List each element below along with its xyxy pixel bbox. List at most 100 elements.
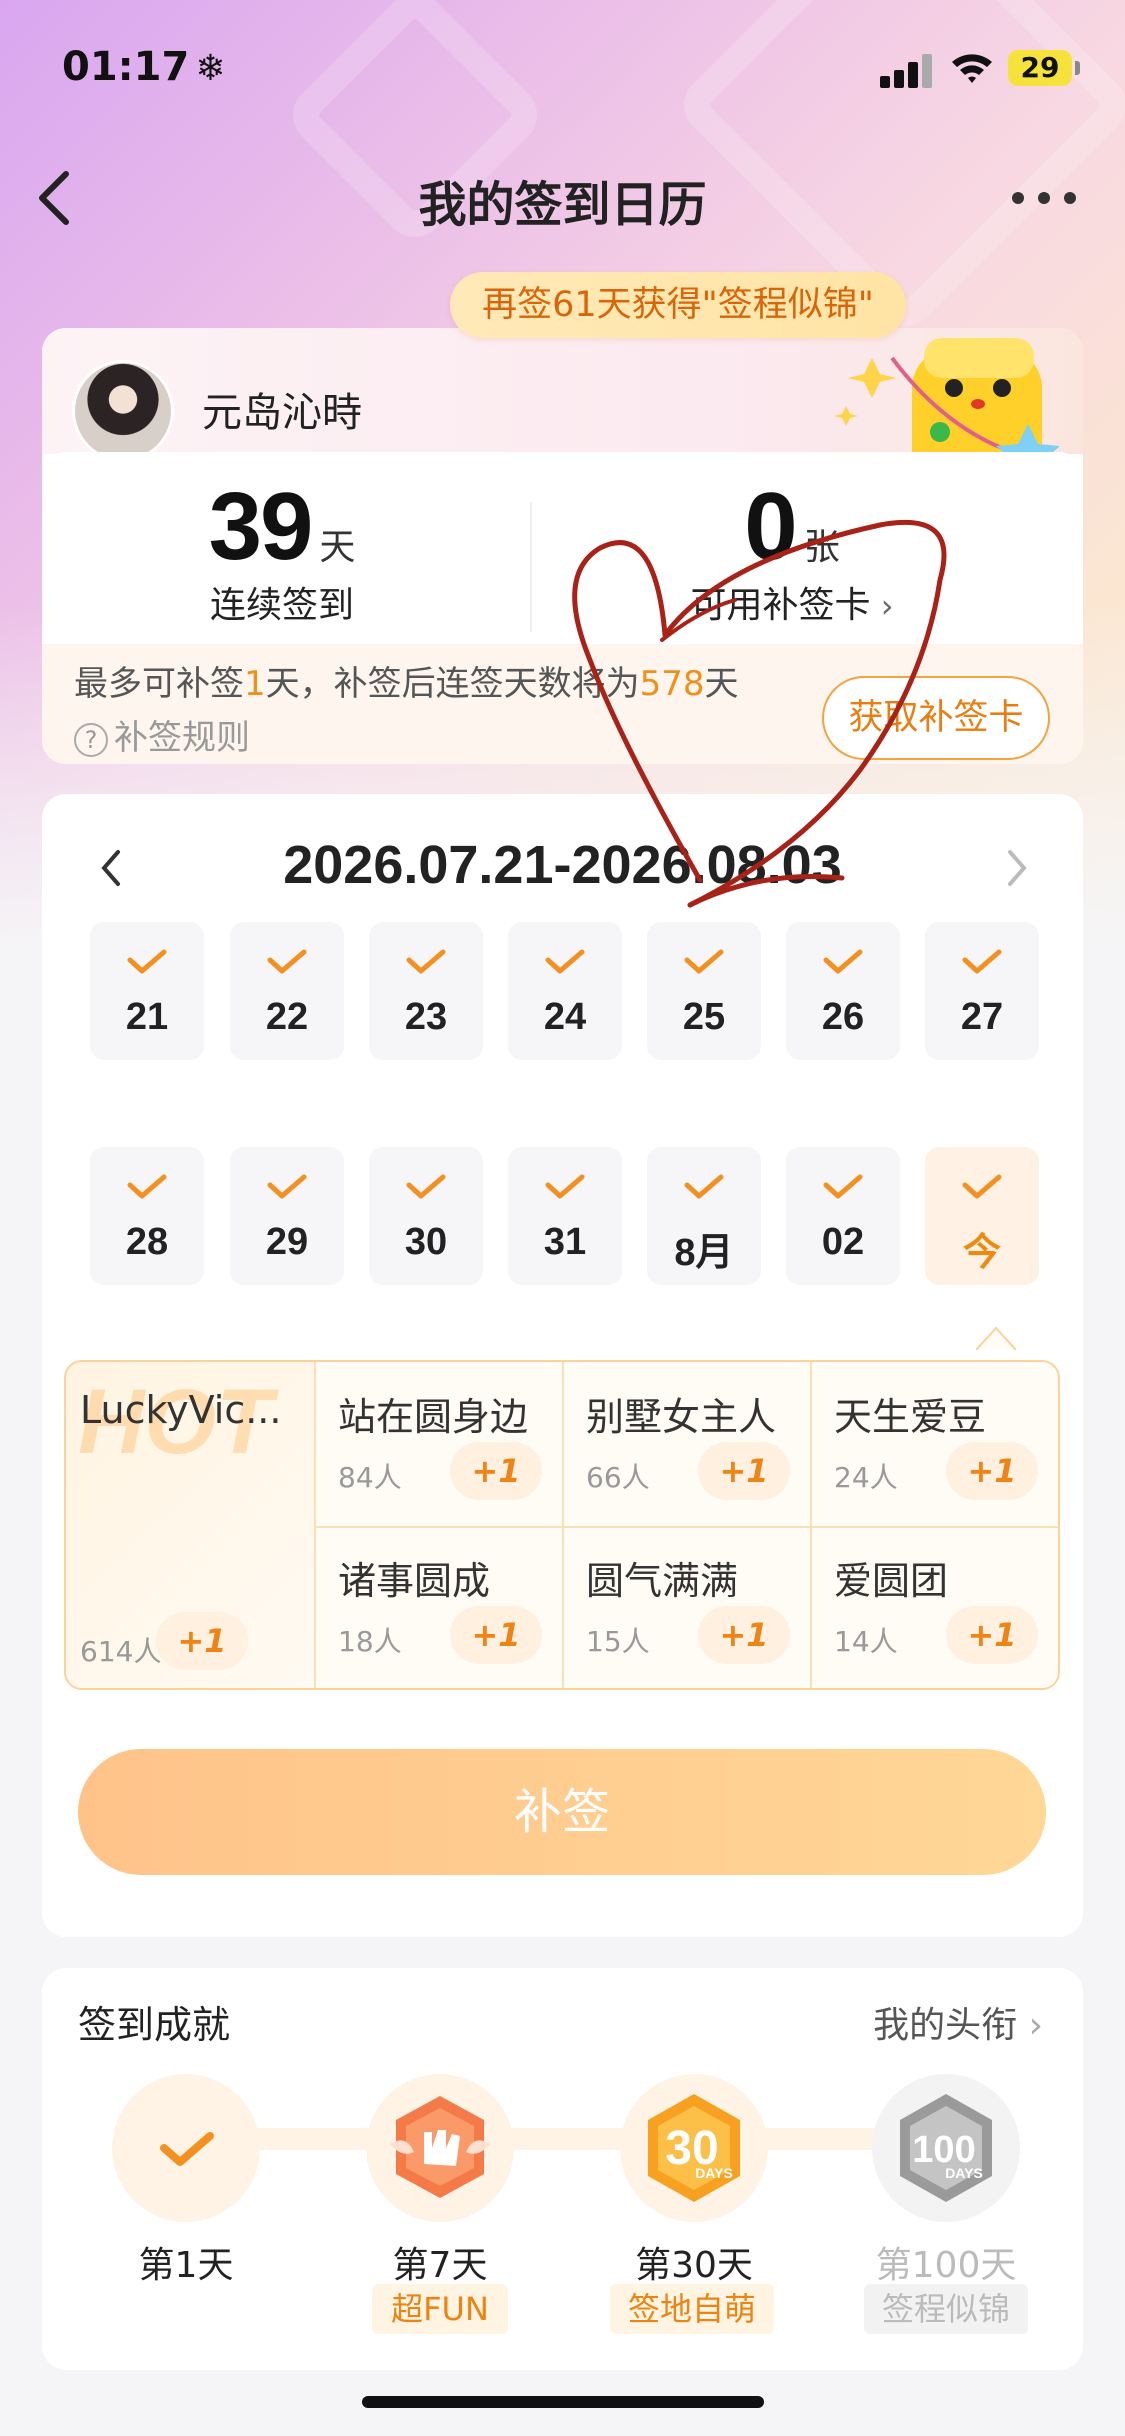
makeup-card-stat[interactable]: 0张 可用补签卡 › <box>582 472 1002 628</box>
calendar-day[interactable]: 26 <box>786 922 900 1060</box>
title-count: 15人 <box>586 1625 650 1658</box>
title-cell[interactable]: 别墅女主人 66人 +1 <box>562 1362 810 1526</box>
badge-day1[interactable] <box>112 2074 260 2222</box>
checkmark-icon <box>127 1174 167 1199</box>
card-count-unit: 张 <box>803 527 840 568</box>
badge-label: 第1天 <box>138 2245 234 2286</box>
title-plus-button[interactable]: +1 <box>450 1442 542 1500</box>
checkmark-icon <box>545 949 585 974</box>
fun-badge-icon <box>390 2096 490 2198</box>
progress-track <box>182 2128 932 2150</box>
streak-stat: 39 天 连续签到 <box>72 472 492 628</box>
rules-link[interactable]: ? 补签规则 <box>74 710 250 759</box>
calendar-day-label: 30 <box>404 1221 448 1263</box>
today-pointer-icon <box>976 1326 1016 1350</box>
streak-label: 连续签到 <box>209 585 354 626</box>
calendar-day-label: 8月 <box>674 1232 734 1274</box>
calendar-day-label: 31 <box>543 1221 587 1263</box>
calendar-day-today[interactable]: 今 <box>925 1147 1039 1285</box>
title-grid: HOT LuckyVic... 614人 +1 站在圆身边 84人 +1 别墅女主人 6… <box>64 1360 1060 1690</box>
title-cell[interactable]: 站在圆身边 84人 +1 <box>314 1362 562 1526</box>
badge-day7[interactable] <box>366 2074 514 2222</box>
calendar-day[interactable]: 8月 <box>647 1147 761 1285</box>
title-cell[interactable]: 圆气满满 15人 +1 <box>562 1526 810 1688</box>
snowflake-icon: ❄ <box>195 48 226 89</box>
checkmark-icon <box>267 949 307 974</box>
title-name: 圆气满满 <box>586 1559 739 1603</box>
question-icon: ? <box>74 722 108 757</box>
streak-value: 39 <box>208 473 314 580</box>
calendar-day-label: 24 <box>543 996 587 1038</box>
calendar-day-label: 23 <box>404 996 448 1038</box>
get-makeup-card-button[interactable]: 获取补签卡 <box>822 676 1050 760</box>
title-count: 14人 <box>834 1625 898 1658</box>
badge-day30[interactable]: 30 DAYS <box>620 2074 768 2222</box>
calendar-day[interactable]: 28 <box>90 1147 204 1285</box>
badge-tag: 超FUN <box>372 2284 508 2334</box>
title-plus-button[interactable]: +1 <box>450 1606 542 1664</box>
calendar-day-label: 29 <box>265 1221 309 1263</box>
checkmark-icon <box>127 949 167 974</box>
checkmark-icon <box>406 949 446 974</box>
title-count: 614人 <box>80 1635 162 1668</box>
checkmark-icon <box>684 949 724 974</box>
avatar[interactable] <box>72 360 174 462</box>
title-plus-button[interactable]: +1 <box>156 1612 248 1670</box>
calendar-day[interactable]: 22 <box>230 922 344 1060</box>
badge-tag: 签程似锦 <box>864 2284 1028 2334</box>
calendar-day[interactable]: 31 <box>508 1147 622 1285</box>
calendar-day[interactable]: 25 <box>647 922 761 1060</box>
title-name: 别墅女主人 <box>586 1395 777 1439</box>
title-name: LuckyVic... <box>80 1388 282 1432</box>
my-titles-link[interactable]: 我的头衔 › <box>873 1996 1043 2048</box>
badge-sub: DAYS <box>695 2165 733 2181</box>
calendar-day-label: 02 <box>821 1221 865 1263</box>
checkmark-icon <box>823 1174 863 1199</box>
achievements-card: 签到成就 我的头衔 › 第1天 第7天 超FUN 30 DAYS 第30天 签地… <box>42 1968 1083 2370</box>
calendar-day[interactable]: 27 <box>925 922 1039 1060</box>
title-plus-button[interactable]: +1 <box>946 1606 1038 1664</box>
wifi-icon <box>952 54 992 83</box>
more-options-icon[interactable] <box>1012 182 1092 212</box>
checkmark-icon <box>267 1174 307 1199</box>
title-cell[interactable]: 爱圆团 14人 +1 <box>810 1526 1058 1688</box>
calendar-day[interactable]: 21 <box>90 922 204 1060</box>
calendar-day[interactable]: 24 <box>508 922 622 1060</box>
signin-summary-card: 元岛沁時 39 天 连续签到 0张 可用补签卡 › 最多可补签1天，补签后连签天数… <box>42 328 1083 764</box>
calendar-day[interactable]: 29 <box>230 1147 344 1285</box>
reward-banner: 再签61天获得"签程似锦" <box>450 272 906 338</box>
battery-icon: 29 <box>1008 50 1080 86</box>
makeup-tip-text: 最多可补签1天，补签后连签天数将为578天 <box>74 664 739 704</box>
title-name: 天生爱豆 <box>834 1395 987 1439</box>
title-cell[interactable]: 天生爱豆 24人 +1 <box>810 1362 1058 1526</box>
makeup-button[interactable]: 补签 <box>78 1749 1046 1875</box>
calendar-day[interactable]: 23 <box>369 922 483 1060</box>
checkmark-icon <box>823 949 863 974</box>
streak-unit: 天 <box>319 527 356 568</box>
status-time: 01:17 ❄ <box>62 44 226 90</box>
username: 元岛沁時 <box>202 390 362 436</box>
title-count: 66人 <box>586 1461 650 1494</box>
next-week-icon[interactable] <box>1002 846 1032 890</box>
badge-sub: DAYS <box>945 2165 983 2181</box>
title-plus-button[interactable]: +1 <box>946 1442 1038 1500</box>
makeup-tip-bar: 最多可补签1天，补签后连签天数将为578天 ? 补签规则 获取补签卡 <box>42 644 1083 764</box>
calendar-card: 2026.07.21-2026.08.03 21 22 23 24 25 26 27 28 29… <box>42 794 1083 1937</box>
achievements-title: 签到成就 <box>78 2003 231 2047</box>
checkmark-icon <box>962 1174 1002 1199</box>
calendar-day-label: 27 <box>960 996 1004 1038</box>
page-title: 我的签到日历 <box>418 177 707 233</box>
calendar-day[interactable]: 30 <box>369 1147 483 1285</box>
badge-day100[interactable]: 100 DAYS <box>872 2074 1020 2222</box>
title-cell[interactable]: 诸事圆成 18人 +1 <box>314 1526 562 1688</box>
date-range: 2026.07.21-2026.08.03 <box>283 835 842 895</box>
chevron-right-icon: › <box>870 587 894 625</box>
calendar-day-label: 22 <box>265 996 309 1038</box>
checkmark-icon <box>962 949 1002 974</box>
title-plus-button[interactable]: +1 <box>698 1442 790 1500</box>
calendar-day[interactable]: 02 <box>786 1147 900 1285</box>
card-count-label: 可用补签卡 <box>690 585 871 626</box>
title-cell-hot[interactable]: HOT LuckyVic... 614人 +1 <box>66 1362 314 1688</box>
checkmark-icon <box>684 1174 724 1199</box>
title-plus-button[interactable]: +1 <box>698 1606 790 1664</box>
